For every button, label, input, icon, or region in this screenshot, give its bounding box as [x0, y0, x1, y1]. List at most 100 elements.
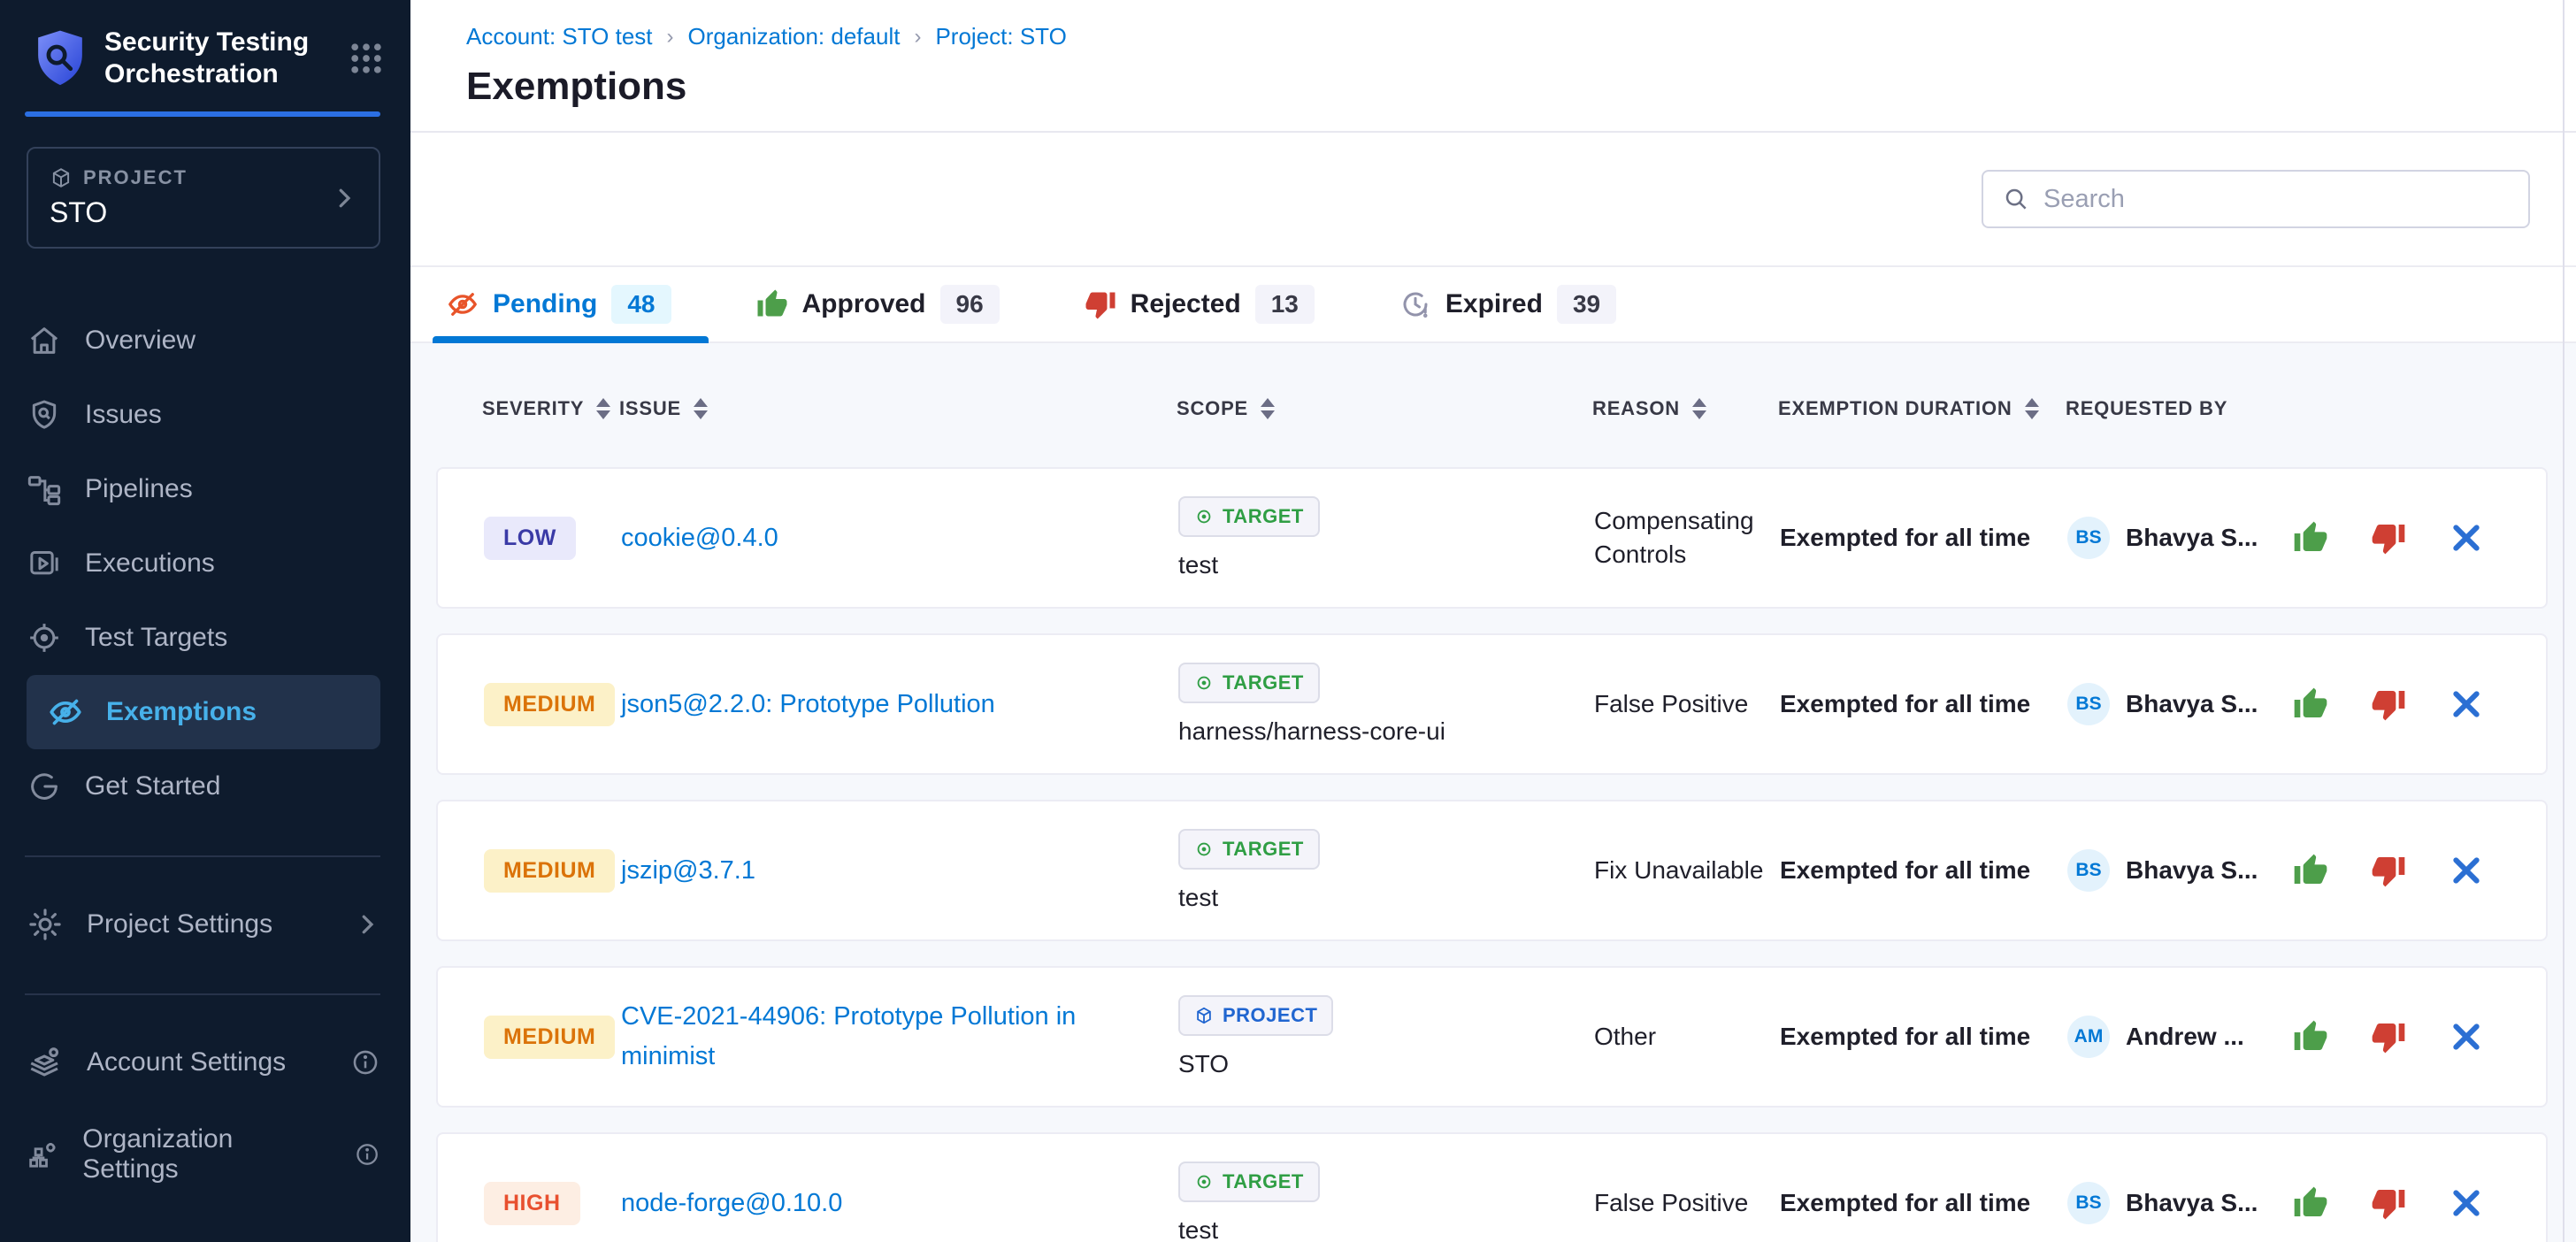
search-box: [1982, 170, 2530, 228]
search-input[interactable]: [2043, 185, 2509, 214]
approve-button[interactable]: [2293, 853, 2328, 888]
requester-name: Bhavya S...: [2126, 1189, 2258, 1217]
table-row[interactable]: MEDIUMjszip@3.7.1TARGETtestFix Unavailab…: [436, 800, 2548, 941]
table-row[interactable]: MEDIUMCVE-2021-44906: Prototype Pollutio…: [436, 966, 2548, 1108]
sort-icon[interactable]: [596, 398, 610, 419]
avatar: BS: [2067, 683, 2110, 725]
reason-cell: Other: [1594, 1020, 1780, 1054]
clock-alert-icon: [1399, 288, 1431, 320]
requested-by-cell: BSBhavya S...: [2067, 517, 2293, 559]
table-row[interactable]: MEDIUMjson5@2.2.0: Prototype PollutionTA…: [436, 633, 2548, 775]
breadcrumb-account-link[interactable]: Account: STO test: [466, 23, 653, 50]
cancel-button[interactable]: [2449, 686, 2484, 722]
column-header-reason[interactable]: REASON: [1592, 397, 1778, 420]
sidebar-item-account-settings[interactable]: Account Settings: [0, 1025, 410, 1100]
scope-badge: TARGET: [1178, 829, 1320, 870]
issue-link[interactable]: CVE-2021-44906: Prototype Pollution in m…: [621, 997, 1178, 1077]
info-icon[interactable]: [350, 1047, 380, 1077]
cancel-button[interactable]: [2449, 853, 2484, 888]
reject-button[interactable]: [2371, 853, 2406, 888]
row-actions: [2293, 853, 2511, 888]
scope-cell: TARGETtest: [1178, 496, 1594, 579]
scope-cell: TARGETharness/harness-core-ui: [1178, 663, 1594, 746]
sidebar-item-executions[interactable]: Executions: [0, 526, 410, 601]
sort-icon[interactable]: [2025, 398, 2039, 419]
scope-badge: TARGET: [1178, 496, 1320, 537]
column-header-severity[interactable]: SEVERITY: [482, 397, 619, 420]
breadcrumb-organization-link[interactable]: Organization: default: [688, 23, 901, 50]
breadcrumb: Account: STO test › Organization: defaul…: [466, 23, 2576, 50]
tab-pending[interactable]: Pending 48: [447, 267, 671, 341]
play-box-icon: [27, 546, 62, 581]
breadcrumb-project-link[interactable]: Project: STO: [935, 23, 1066, 50]
tab-count-badge: 48: [611, 285, 671, 324]
sidebar-item-project-settings[interactable]: Project Settings: [0, 887, 410, 962]
project-selector[interactable]: PROJECT STO: [27, 147, 380, 249]
table-header-row: SEVERITY ISSUE SCOPE REASON EXEMPTION DU…: [436, 380, 2548, 437]
requester-name: Andrew ...: [2126, 1023, 2244, 1051]
duration-cell: Exempted for all time: [1780, 521, 2067, 555]
sidebar-item-exemptions[interactable]: Exemptions: [27, 675, 380, 749]
tab-label: Rejected: [1131, 289, 1241, 319]
reject-button[interactable]: [2371, 1185, 2406, 1221]
gear-icon: [27, 906, 64, 943]
sidebar-item-overview[interactable]: Overview: [0, 303, 410, 378]
cancel-button[interactable]: [2449, 520, 2484, 556]
sidebar-item-label: Overview: [85, 326, 196, 356]
issue-link[interactable]: node-forge@0.10.0: [621, 1184, 1178, 1223]
reject-button[interactable]: [2371, 686, 2406, 722]
reason-cell: Fix Unavailable: [1594, 854, 1780, 887]
row-actions: [2293, 1019, 2511, 1054]
cube-icon: [1194, 1006, 1214, 1025]
reject-button[interactable]: [2371, 1019, 2406, 1054]
sort-icon[interactable]: [1261, 398, 1275, 419]
scope-cell: TARGETtest: [1178, 1162, 1594, 1242]
shield-search-icon: [27, 397, 62, 433]
reason-cell: False Positive: [1594, 687, 1780, 721]
chevron-right-icon: [354, 911, 380, 938]
issue-link[interactable]: json5@2.2.0: Prototype Pollution: [621, 685, 1178, 724]
chevron-right-icon: ›: [667, 25, 674, 50]
table-row[interactable]: HIGHnode-forge@0.10.0TARGETtestFalse Pos…: [436, 1132, 2548, 1242]
issue-link[interactable]: cookie@0.4.0: [621, 518, 1178, 558]
approve-button[interactable]: [2293, 1019, 2328, 1054]
sidebar-item-get-started[interactable]: Get Started: [0, 749, 410, 824]
sidebar-item-pipelines[interactable]: Pipelines: [0, 452, 410, 526]
sidebar-item-test-targets[interactable]: Test Targets: [0, 601, 410, 675]
sidebar-item-issues[interactable]: Issues: [0, 378, 410, 452]
approve-button[interactable]: [2293, 686, 2328, 722]
target-icon: [1194, 507, 1214, 526]
severity-cell: MEDIUM: [484, 1016, 621, 1059]
sidebar-item-label: Pipelines: [85, 474, 193, 504]
approve-button[interactable]: [2293, 1185, 2328, 1221]
requested-by-cell: BSBhavya S...: [2067, 849, 2293, 892]
column-header-issue[interactable]: ISSUE: [619, 397, 1177, 420]
cancel-button[interactable]: [2449, 1185, 2484, 1221]
info-icon[interactable]: [354, 1139, 380, 1169]
sidebar-nav: Overview Issues Pipelines Executions: [0, 303, 410, 824]
reject-button[interactable]: [2371, 520, 2406, 556]
sidebar: Security Testing Orchestration PROJECT S…: [0, 0, 410, 1242]
sort-icon[interactable]: [694, 398, 708, 419]
tab-expired[interactable]: Expired 39: [1399, 267, 1616, 341]
chevron-right-icon: ›: [914, 25, 921, 50]
sort-icon[interactable]: [1692, 398, 1706, 419]
module-grid-icon[interactable]: [347, 39, 386, 78]
requester-name: Bhavya S...: [2126, 856, 2258, 885]
scope-name: test: [1178, 1216, 1218, 1242]
duration-cell: Exempted for all time: [1780, 1020, 2067, 1054]
approve-button[interactable]: [2293, 520, 2328, 556]
home-icon: [27, 323, 62, 358]
column-header-exemption-duration[interactable]: EXEMPTION DURATION: [1778, 397, 2066, 420]
issue-link[interactable]: jszip@3.7.1: [621, 851, 1178, 891]
sidebar-item-organization-settings[interactable]: Organization Settings: [0, 1117, 410, 1192]
app-title: Security Testing Orchestration: [104, 27, 340, 90]
pipeline-icon: [27, 472, 62, 507]
get-started-icon: [27, 769, 62, 804]
column-header-scope[interactable]: SCOPE: [1177, 397, 1592, 420]
cancel-button[interactable]: [2449, 1019, 2484, 1054]
tab-approved[interactable]: Approved 96: [756, 267, 1000, 341]
tab-rejected[interactable]: Rejected 13: [1085, 267, 1315, 341]
target-icon: [1194, 840, 1214, 859]
table-row[interactable]: LOWcookie@0.4.0TARGETtestCompensating Co…: [436, 467, 2548, 609]
